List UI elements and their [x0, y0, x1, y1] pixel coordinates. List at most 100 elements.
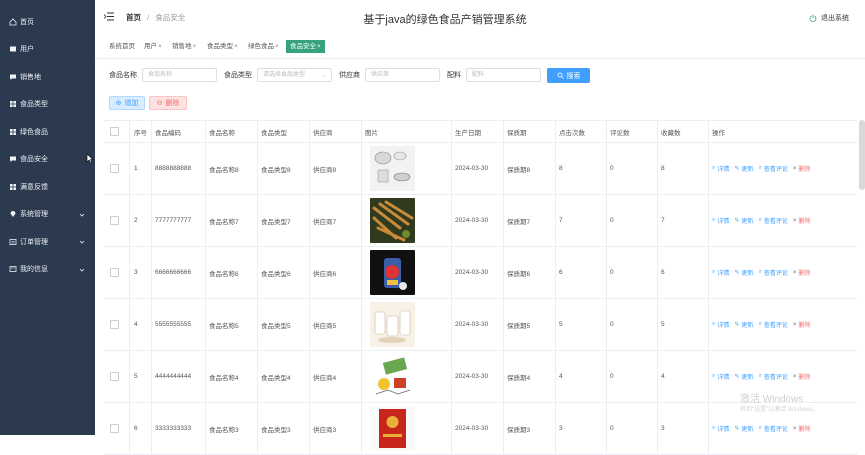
- row-checkbox[interactable]: [104, 351, 130, 402]
- sidebar-item-orders[interactable]: 订单管理: [0, 228, 95, 256]
- table-cell-code: 8888888888: [152, 143, 206, 194]
- review-label: 查看评论: [763, 427, 788, 433]
- sidebar-item-home[interactable]: 首页: [0, 8, 95, 36]
- sidebar-item-label: 系统管理: [20, 211, 48, 219]
- row-checkbox[interactable]: [104, 143, 130, 194]
- view-reviews-button[interactable]: ⌕ 查看评论: [758, 268, 787, 277]
- sidebar-item-system[interactable]: 系统管理: [0, 201, 95, 229]
- tab-food-type[interactable]: 食品类型×: [207, 40, 238, 53]
- close-icon[interactable]: ×: [275, 43, 279, 50]
- tab-green-food[interactable]: 绿色食品×: [248, 40, 279, 53]
- edit-button[interactable]: ✎ 更新: [734, 268, 753, 277]
- breadcrumb: 首页 / 食品安全: [126, 12, 185, 23]
- detail-button[interactable]: ⌕ 详情: [712, 268, 729, 277]
- table-cell-clicks: 3: [556, 403, 607, 454]
- delete-label: 删除: [165, 100, 180, 107]
- close-icon: ×: [792, 269, 797, 276]
- close-icon[interactable]: ×: [234, 43, 238, 50]
- tab-food-safety[interactable]: 食品安全×: [286, 40, 325, 53]
- sidebar-item-sales-area[interactable]: 销售地: [0, 63, 95, 91]
- edit-button[interactable]: ✎ 更新: [734, 164, 753, 173]
- detail-button[interactable]: ⌕ 详情: [712, 424, 729, 433]
- food-image: [362, 247, 452, 298]
- view-reviews-button[interactable]: ⌕ 查看评论: [758, 164, 787, 173]
- row-checkbox[interactable]: [104, 403, 130, 454]
- row-delete-button[interactable]: × 删除: [792, 268, 811, 278]
- table-cell-comments: 0: [607, 403, 658, 454]
- table-cell-no: 1: [130, 143, 152, 194]
- view-reviews-button[interactable]: ⌕ 查看评论: [758, 424, 787, 433]
- view-reviews-button[interactable]: ⌕ 查看评论: [758, 372, 787, 381]
- view-reviews-button[interactable]: ⌕ 查看评论: [758, 320, 787, 329]
- table-cell-clicks: 5: [556, 299, 607, 350]
- search-button[interactable]: 搜索: [547, 68, 590, 83]
- food-image: [362, 299, 452, 350]
- ingredient-label: 配料: [447, 72, 461, 79]
- view-reviews-button[interactable]: ⌕ 查看评论: [758, 216, 787, 225]
- food-type-select[interactable]: 请选择食品类型 ⌄: [257, 68, 332, 82]
- watermark-line-2: 转到"设置"以激活 Windows。: [740, 407, 819, 413]
- detail-button[interactable]: ⌕ 详情: [712, 320, 729, 329]
- table-cell-supplier: 供应商8: [310, 143, 362, 194]
- mouse-cursor-icon: [86, 153, 94, 164]
- edit-icon: ✎: [734, 166, 740, 172]
- table-cell-type: 食品类型4: [258, 351, 310, 402]
- sidebar-item-user[interactable]: 用户: [0, 36, 95, 64]
- row-checkbox[interactable]: [104, 247, 130, 298]
- edit-icon: ✎: [734, 270, 740, 276]
- tab-label: 绿色食品: [248, 43, 274, 50]
- supplier-input[interactable]: 供应商: [365, 68, 440, 82]
- food-name-input[interactable]: 食品名称: [142, 68, 217, 82]
- table-cell-favs: 8: [658, 143, 709, 194]
- table-cell-supplier: 供应商5: [310, 299, 362, 350]
- table-cell-code: 4444444444: [152, 351, 206, 402]
- select-all-checkbox[interactable]: [104, 121, 130, 142]
- breadcrumb-home[interactable]: 首页: [126, 13, 141, 22]
- detail-label: 详情: [717, 219, 730, 225]
- table-cell-date: 2024-03-30: [452, 351, 504, 402]
- menu-fold-icon[interactable]: [104, 12, 114, 21]
- add-button[interactable]: ⊕ 增加: [109, 96, 145, 110]
- close-icon[interactable]: ×: [193, 43, 197, 50]
- ingredient-input[interactable]: 配料: [466, 68, 541, 82]
- table-cell-no: 5: [130, 351, 152, 402]
- row-actions: ⌕ 详情 ✎ 更新 ⌕ 查看评论 × 删除: [709, 299, 857, 350]
- table-cell-name: 食品名称5: [206, 299, 258, 350]
- sidebar-item-feedback[interactable]: 满意反馈: [0, 173, 95, 201]
- edit-button[interactable]: ✎ 更新: [734, 320, 753, 329]
- delete-label: 删除: [798, 323, 811, 329]
- delete-button[interactable]: ⊖ 删除: [149, 96, 187, 110]
- column-header: 食品名称: [206, 121, 258, 142]
- row-checkbox[interactable]: [104, 195, 130, 246]
- sidebar-item-food-safety[interactable]: 食品安全: [0, 146, 95, 174]
- table-row: 4 5555555555 食品名称5 食品类型5 供应商5 2024-03-30 保质期5 5…: [104, 299, 857, 351]
- sidebar-item-green-food[interactable]: 绿色食品: [0, 118, 95, 146]
- search-icon: [557, 72, 564, 79]
- sidebar-item-my-info[interactable]: 我的信息: [0, 256, 95, 284]
- tab-sales-area[interactable]: 销售地×: [172, 40, 196, 53]
- close-icon[interactable]: ×: [317, 43, 321, 50]
- edit-button[interactable]: ✎ 更新: [734, 372, 753, 381]
- row-delete-button[interactable]: × 删除: [793, 216, 811, 226]
- row-checkbox[interactable]: [104, 299, 130, 350]
- row-delete-button[interactable]: × 删除: [793, 424, 811, 434]
- row-delete-button[interactable]: × 删除: [793, 372, 811, 382]
- edit-button[interactable]: ✎ 更新: [734, 424, 753, 433]
- detail-button[interactable]: ⌕ 详情: [712, 372, 729, 381]
- detail-button[interactable]: ⌕ 详情: [712, 216, 729, 225]
- close-icon[interactable]: ×: [158, 43, 162, 50]
- sidebar-item-food-type[interactable]: 食品类型: [0, 91, 95, 119]
- row-delete-button[interactable]: × 删除: [793, 320, 811, 330]
- logout-button[interactable]: 退出系统: [809, 13, 849, 23]
- edit-button[interactable]: ✎ 更新: [734, 216, 753, 225]
- row-delete-button[interactable]: × 删除: [793, 164, 811, 174]
- scrollbar[interactable]: [859, 120, 865, 190]
- detail-button[interactable]: ⌕ 详情: [712, 164, 729, 173]
- review-label: 查看评论: [763, 271, 788, 277]
- home-icon: [9, 18, 17, 26]
- search-icon: ⌕: [712, 373, 716, 379]
- plus-icon: ⊕: [115, 100, 122, 107]
- tab-user[interactable]: 用户×: [144, 40, 162, 53]
- tab-home[interactable]: 系统首页: [109, 40, 135, 53]
- chevron-down-icon: [79, 239, 85, 245]
